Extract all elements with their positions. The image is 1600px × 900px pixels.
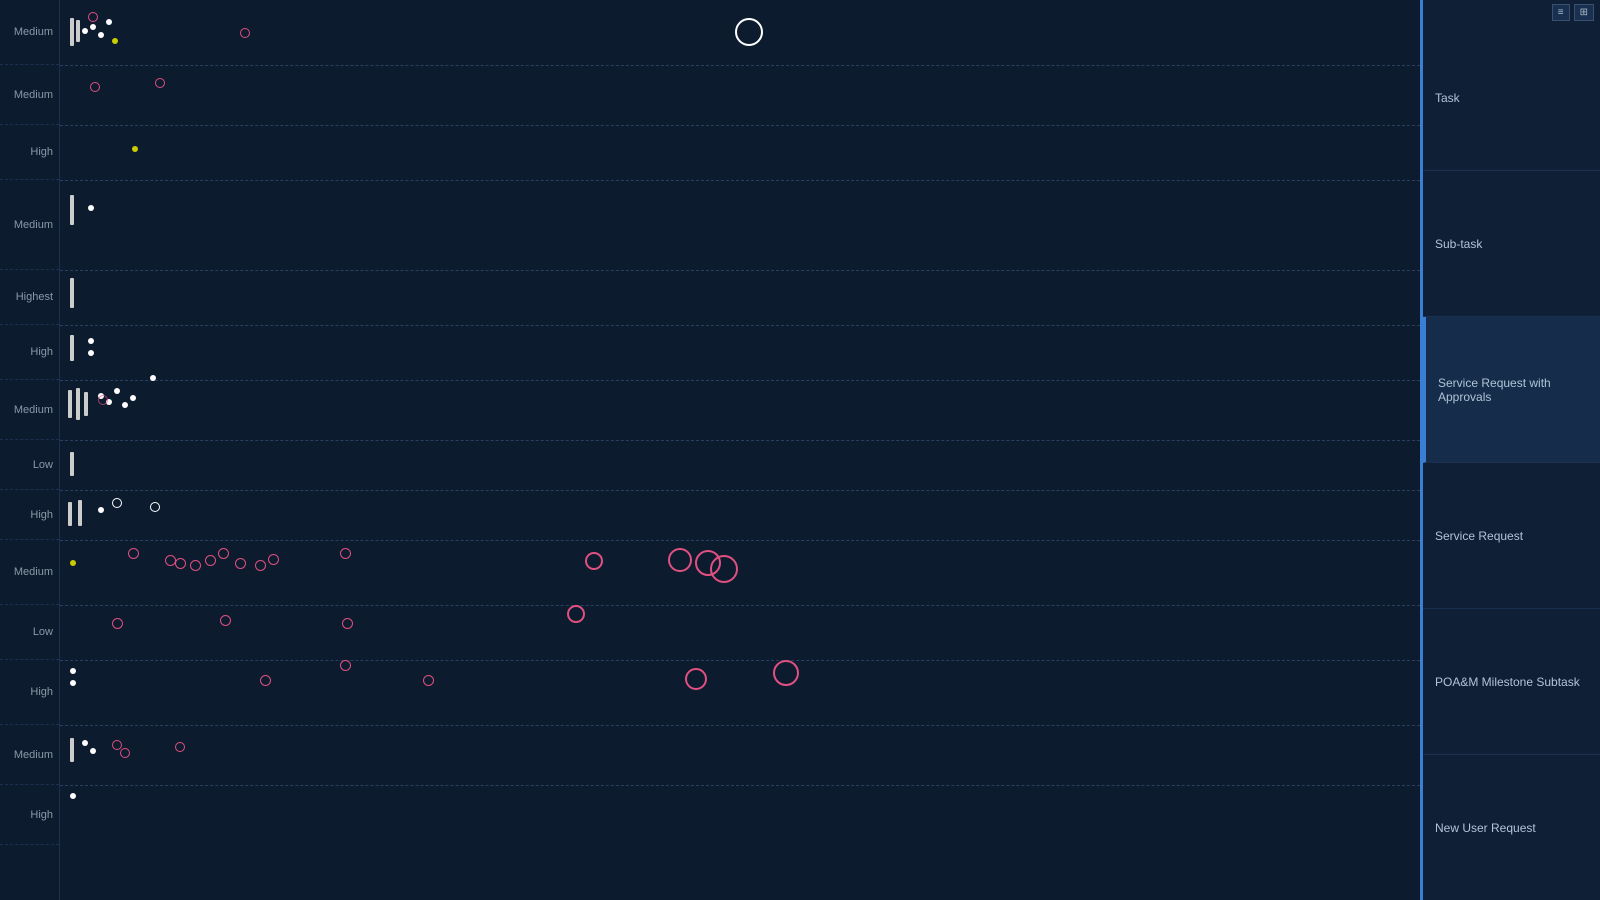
priority-label-5: Highest [0,270,59,325]
scatter-area [60,0,1420,900]
dot-r13-1 [82,740,88,746]
dot-r9-1 [98,507,104,513]
ring-r13-3 [175,742,185,752]
ring-r1-1 [88,12,98,22]
ring-r11-1 [112,618,123,629]
ring-r10-10 [340,548,351,559]
bar-r9-1 [68,502,72,526]
priority-column: Medium Medium High Medium Highest High M… [0,0,60,900]
priority-label-7: Medium [0,380,59,440]
legend-item-subtask: Sub-task [1423,171,1600,317]
dot-r7-5 [130,395,136,401]
legend-item-new-user: New User Request [1423,755,1600,900]
legend-label-new-user: New User Request [1435,821,1536,835]
legend-item-task: Task [1423,25,1600,171]
bar-r1-2 [76,20,80,42]
priority-label-14: High [0,785,59,845]
legend-item-service-request: Service Request [1423,463,1600,609]
priority-label-11: Low [0,605,59,660]
bar-r1-1 [70,18,74,46]
legend-label-poam: POA&M Milestone Subtask [1435,675,1580,689]
bar-r9-2 [78,500,82,526]
dot-r1-1 [82,28,88,34]
legend-panel: ≡ ⊞ Task Sub-task Service Request with A… [1420,0,1600,900]
ring-r10-7 [235,558,246,569]
ring-r12-2 [340,660,351,671]
ring-r11-4 [567,605,585,623]
bar-r6-1 [70,335,74,361]
priority-label-3: High [0,125,59,180]
dot-r7-4 [122,402,128,408]
bar-r7-2 [76,388,80,420]
ring-r9-1 [112,498,122,508]
dot-r12-1 [70,668,76,674]
ring-r1-2 [240,28,250,38]
ring-r10-8 [255,560,266,571]
priority-label-9: High [0,490,59,540]
ring-r12-5 [773,660,799,686]
ring-r12-3 [423,675,434,686]
dot-r14-1 [70,793,76,799]
dot-r4-1 [88,205,94,211]
bar-r7-3 [84,392,88,416]
priority-label-4: Medium [0,180,59,270]
ring-r9-2 [150,502,160,512]
dot-r1-3 [98,32,104,38]
ring-r12-4 [685,668,707,690]
ring-r10-11 [585,552,603,570]
ring-r10-4 [190,560,201,571]
ring-r10-1 [128,548,139,559]
ring-r10-5 [205,555,216,566]
priority-label-6: High [0,325,59,380]
ring-r1-large [735,18,763,46]
legend-header: ≡ ⊞ [1423,0,1600,25]
dot-r1-4 [106,19,112,25]
legend-btn-2[interactable]: ⊞ [1574,4,1594,21]
bar-r13-1 [70,738,74,762]
legend-label-subtask: Sub-task [1435,237,1482,251]
dot-yellow-r10 [70,560,76,566]
ring-r13-2 [120,748,130,758]
priority-label-8: Low [0,440,59,490]
legend-label-service-request-approvals: Service Request with Approvals [1438,376,1588,404]
bar-r8-1 [70,452,74,476]
legend-item-poam: POA&M Milestone Subtask [1423,609,1600,755]
dot-r6-2 [88,350,94,356]
legend-btn-1[interactable]: ≡ [1552,4,1570,21]
dot-r7-3 [114,388,120,394]
priority-label-12: High [0,660,59,725]
ring-r2-2 [155,78,165,88]
priority-label-10: Medium [0,540,59,605]
ring-r11-2 [220,615,231,626]
ring-r10-6 [218,548,229,559]
legend-item-service-request-approvals: Service Request with Approvals [1423,317,1600,463]
ring-r10-14 [710,555,738,583]
ring-r11-3 [342,618,353,629]
bar-r7-1 [68,390,72,418]
bar-r5-1 [70,278,74,308]
priority-label-13: Medium [0,725,59,785]
dot-r1-2 [90,24,96,30]
ring-r10-12 [668,548,692,572]
priority-label-1: Medium [0,0,59,65]
legend-label-service-request: Service Request [1435,529,1523,543]
ring-r12-1 [260,675,271,686]
legend-label-task: Task [1435,91,1460,105]
dot-yellow-r3 [132,146,138,152]
dot-r7-6 [150,375,156,381]
dot-r12-2 [70,680,76,686]
ring-r10-9 [268,554,279,565]
priority-label-2: Medium [0,65,59,125]
dot-r13-2 [90,748,96,754]
ring-r10-3 [175,558,186,569]
dot-r6-1 [88,338,94,344]
ring-r7-1 [98,395,108,405]
ring-r2-1 [90,82,100,92]
bar-r4-1 [70,195,74,225]
dot-yellow-r1 [112,38,118,44]
